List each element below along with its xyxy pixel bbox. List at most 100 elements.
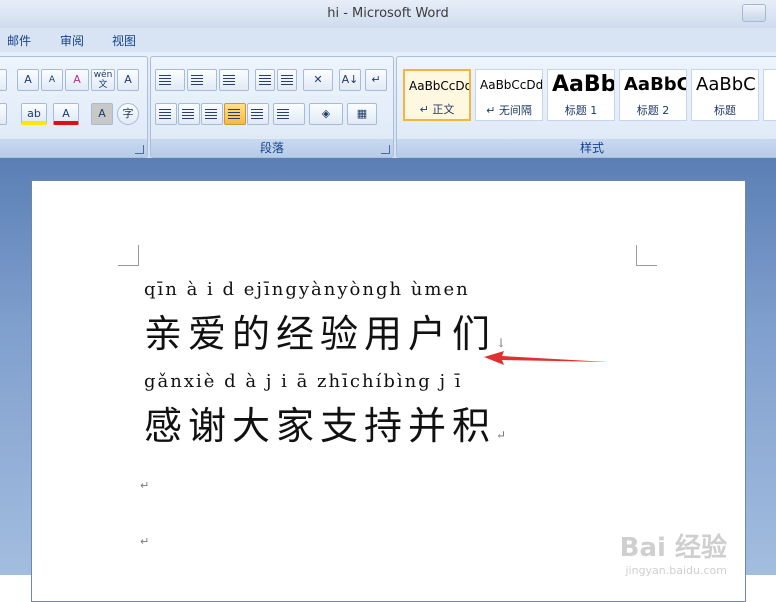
style-name: 标题 1: [564, 104, 598, 117]
font-color-button[interactable]: A: [53, 103, 79, 125]
numbering-icon: [191, 75, 203, 85]
paragraph-mark: ↵: [496, 428, 507, 442]
tab-review[interactable]: 审阅: [60, 32, 84, 49]
increase-indent-icon: [281, 75, 293, 85]
crop-mark-top-right: [636, 245, 657, 266]
show-marks-button[interactable]: ↵: [365, 69, 387, 91]
window-title: hi - Microsoft Word: [327, 6, 449, 21]
style-no-spacing[interactable]: AaBbCcDd ↵ 无间隔: [475, 69, 543, 121]
increase-indent-button[interactable]: [277, 69, 297, 91]
pinyin-line-2[interactable]: gǎnxiè d à j i ā zhīchíbìng j ī: [144, 371, 463, 392]
close-window-button[interactable]: [742, 4, 766, 22]
distributed-button[interactable]: [247, 103, 269, 125]
align-center-button[interactable]: [178, 103, 200, 125]
paragraph-mark-icon: ↵: [371, 73, 381, 86]
highlight-button[interactable]: ab: [21, 103, 47, 125]
character-border-icon: A: [124, 73, 132, 86]
highlight-icon: ab: [27, 107, 41, 120]
character-border-button[interactable]: A: [117, 69, 139, 91]
empty-paragraph-mark[interactable]: ↵: [140, 479, 149, 492]
empty-paragraph-mark[interactable]: ↵: [140, 535, 149, 548]
font-dialog-launcher-icon[interactable]: [135, 145, 144, 154]
watermark: Bai 经验 jingyan.baidu.com: [620, 527, 727, 577]
style-sample: AaBb: [552, 72, 615, 97]
grow-font-icon: A: [24, 73, 32, 86]
text-line-2-content: 感谢大家支持并积: [144, 404, 497, 448]
sort-button[interactable]: A↓: [339, 69, 361, 91]
style-name: ↵ 正文: [419, 103, 455, 116]
paint-bucket-icon: ◈: [321, 107, 331, 120]
align-right-button[interactable]: [201, 103, 223, 125]
align-left-icon: [159, 109, 171, 119]
watermark-brand: Bai 经验: [619, 533, 727, 563]
justify-button[interactable]: [224, 103, 246, 125]
title-bar: hi - Microsoft Word: [0, 0, 776, 29]
phonetic-guide-icon: wén 文: [93, 70, 113, 90]
font-size-dropdown-icon[interactable]: [0, 69, 7, 91]
grow-font-button[interactable]: A: [17, 69, 39, 91]
paragraph-dialog-launcher-icon[interactable]: [381, 145, 390, 154]
strikethrough-dropdown-icon[interactable]: [0, 103, 7, 125]
font-color-icon: A: [62, 107, 70, 120]
shading-button[interactable]: ◈: [309, 103, 343, 125]
font-group-label: [0, 139, 147, 157]
shrink-font-button[interactable]: A: [41, 69, 63, 91]
tab-mailings[interactable]: 邮件: [7, 32, 31, 49]
multilevel-list-button[interactable]: [219, 69, 249, 91]
red-arrow-annotation: [484, 351, 608, 365]
borders-button[interactable]: ▦: [347, 103, 377, 125]
character-shading-button[interactable]: A: [91, 103, 113, 125]
line-spacing-icon: [277, 109, 289, 119]
clear-format-button[interactable]: A: [65, 69, 89, 91]
ribbon: A A A wén 文 A ab A A 字 ✕ A↓ ↵ ◈ ▦ 段落 AaB…: [0, 52, 776, 159]
line-break-mark: ↓: [496, 336, 507, 350]
shrink-font-icon: A: [48, 75, 56, 85]
align-right-icon: [205, 109, 217, 119]
align-center-icon: [182, 109, 194, 119]
style-sample: AaBbC: [624, 74, 687, 95]
text-line-2[interactable]: 感谢大家支持并积↵: [144, 395, 506, 450]
decrease-indent-button[interactable]: [255, 69, 275, 91]
phonetic-guide-button[interactable]: wén 文: [91, 69, 115, 91]
style-heading-2[interactable]: AaBbC 标题 2: [619, 69, 687, 121]
justify-icon: [228, 109, 240, 119]
clear-format-icon: A: [73, 73, 81, 86]
borders-icon: ▦: [356, 107, 368, 120]
styles-group-label: 样式: [397, 139, 776, 157]
decrease-indent-icon: [259, 75, 271, 85]
style-name: ↵ 无间隔: [486, 104, 532, 117]
numbering-button[interactable]: [187, 69, 217, 91]
character-shading-icon: A: [98, 107, 106, 120]
chinese-layout-icon: ✕: [313, 73, 323, 86]
pinyin-line-1[interactable]: qīn à i d ejīngyànyòngh ùmen: [144, 279, 470, 300]
chinese-layout-button[interactable]: ✕: [303, 69, 333, 91]
font-group: A A A wén 文 A ab A A 字: [0, 56, 148, 158]
paragraph-group: ✕ A↓ ↵ ◈ ▦ 段落: [150, 56, 394, 158]
paragraph-group-label: 段落: [151, 139, 393, 157]
distributed-icon: [251, 109, 263, 119]
style-sample: AaBbCcDd: [480, 78, 543, 92]
ribbon-tabs: 邮件 审阅 视图: [0, 28, 776, 52]
enclose-characters-button[interactable]: 字: [117, 103, 139, 125]
bullets-button[interactable]: [155, 69, 185, 91]
style-name: 标题 2: [636, 104, 670, 117]
line-spacing-button[interactable]: [273, 103, 305, 125]
styles-group: AaBbCcDd ↵ 正文 AaBbCcDd ↵ 无间隔 AaBb 标题 1 A…: [396, 56, 776, 158]
style-sample: AaBbCcDd: [409, 79, 471, 93]
bullets-icon: [159, 75, 171, 85]
style-heading-1[interactable]: AaBb 标题 1: [547, 69, 615, 121]
sort-icon: A↓: [341, 73, 359, 86]
style-title[interactable]: AaBbC 标题: [691, 69, 759, 121]
text-line-1[interactable]: 亲爱的经验用户们↓: [144, 303, 506, 358]
text-line-1-content: 亲爱的经验用户们: [144, 312, 497, 356]
document-page[interactable]: qīn à i d ejīngyànyòngh ùmen 亲爱的经验用户们↓ g…: [31, 180, 746, 602]
align-left-button[interactable]: [155, 103, 177, 125]
crop-mark-top-left: [118, 245, 139, 266]
style-more[interactable]: [763, 69, 776, 121]
style-name: 标题: [714, 104, 736, 117]
style-sample: AaBbC: [696, 74, 756, 95]
document-workspace: qīn à i d ejīngyànyòngh ùmen 亲爱的经验用户们↓ g…: [0, 158, 776, 602]
tab-view[interactable]: 视图: [112, 32, 136, 49]
style-normal[interactable]: AaBbCcDd ↵ 正文: [403, 69, 471, 121]
watermark-url: jingyan.baidu.com: [625, 564, 727, 577]
